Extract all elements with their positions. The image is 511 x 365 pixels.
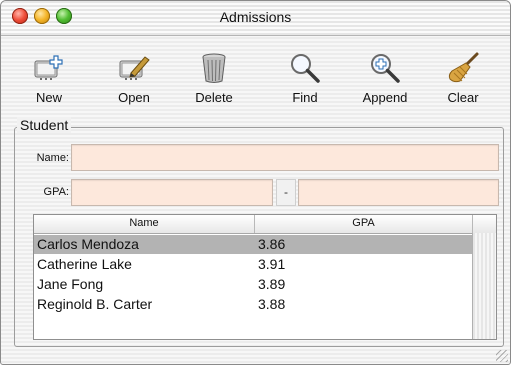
find-button[interactable]: Find: [273, 48, 337, 105]
row-name: Catherine Lake: [37, 256, 132, 272]
broom-icon: [431, 48, 495, 88]
column-header-name[interactable]: Name: [34, 217, 254, 229]
resize-grip[interactable]: [496, 350, 508, 362]
magnifier-icon: [273, 48, 337, 88]
gpa-range-separator: -: [276, 179, 296, 206]
delete-label: Delete: [195, 90, 233, 105]
row-name: Jane Fong: [37, 276, 104, 292]
append-label: Append: [362, 90, 408, 105]
open-label: Open: [118, 90, 150, 105]
delete-button[interactable]: Delete: [182, 48, 246, 105]
column-divider: [472, 215, 473, 233]
row-gpa: 3.88: [258, 296, 286, 312]
table-row[interactable]: Catherine Lake 3.91: [34, 255, 472, 274]
table-header: Name GPA: [34, 215, 496, 234]
table-vertical-scrollbar[interactable]: [472, 233, 496, 339]
open-button[interactable]: Open: [102, 48, 166, 105]
row-name: Carlos Mendoza: [37, 236, 139, 252]
gpa-low-field[interactable]: [71, 179, 273, 206]
window-title: Admissions: [219, 9, 292, 25]
title-bar[interactable]: Admissions: [1, 1, 510, 36]
name-field-label: Name:: [36, 152, 69, 164]
new-label: New: [35, 90, 62, 105]
new-button[interactable]: New: [17, 48, 81, 105]
student-group-title: Student: [17, 117, 72, 133]
new-record-icon: [17, 48, 81, 88]
table-row[interactable]: Reginold B. Carter 3.88: [34, 295, 472, 314]
trash-icon: [182, 48, 246, 88]
table-row[interactable]: Carlos Mendoza 3.86: [34, 235, 472, 254]
name-field[interactable]: [71, 144, 499, 171]
find-label: Find: [292, 90, 318, 105]
edit-record-icon: [102, 48, 166, 88]
clear-button[interactable]: Clear: [431, 48, 495, 105]
append-button[interactable]: Append: [353, 48, 417, 105]
magnifier-plus-icon: [353, 48, 417, 88]
row-gpa: 3.89: [258, 276, 286, 292]
table-row[interactable]: Jane Fong 3.89: [34, 275, 472, 294]
clear-label: Clear: [447, 90, 479, 105]
row-gpa: 3.86: [258, 236, 286, 252]
students-table[interactable]: Name GPA Carlos Mendoza 3.86 Catherine L…: [33, 214, 497, 340]
gpa-high-field[interactable]: [298, 179, 499, 206]
row-gpa: 3.91: [258, 256, 286, 272]
gpa-field-label: GPA:: [43, 186, 69, 198]
admissions-window: Admissions New Open Delete Find Append C…: [0, 0, 511, 365]
toolbar: New Open Delete Find Append Clear: [1, 36, 510, 108]
column-header-gpa[interactable]: GPA: [255, 217, 472, 229]
row-name: Reginold B. Carter: [37, 296, 153, 312]
